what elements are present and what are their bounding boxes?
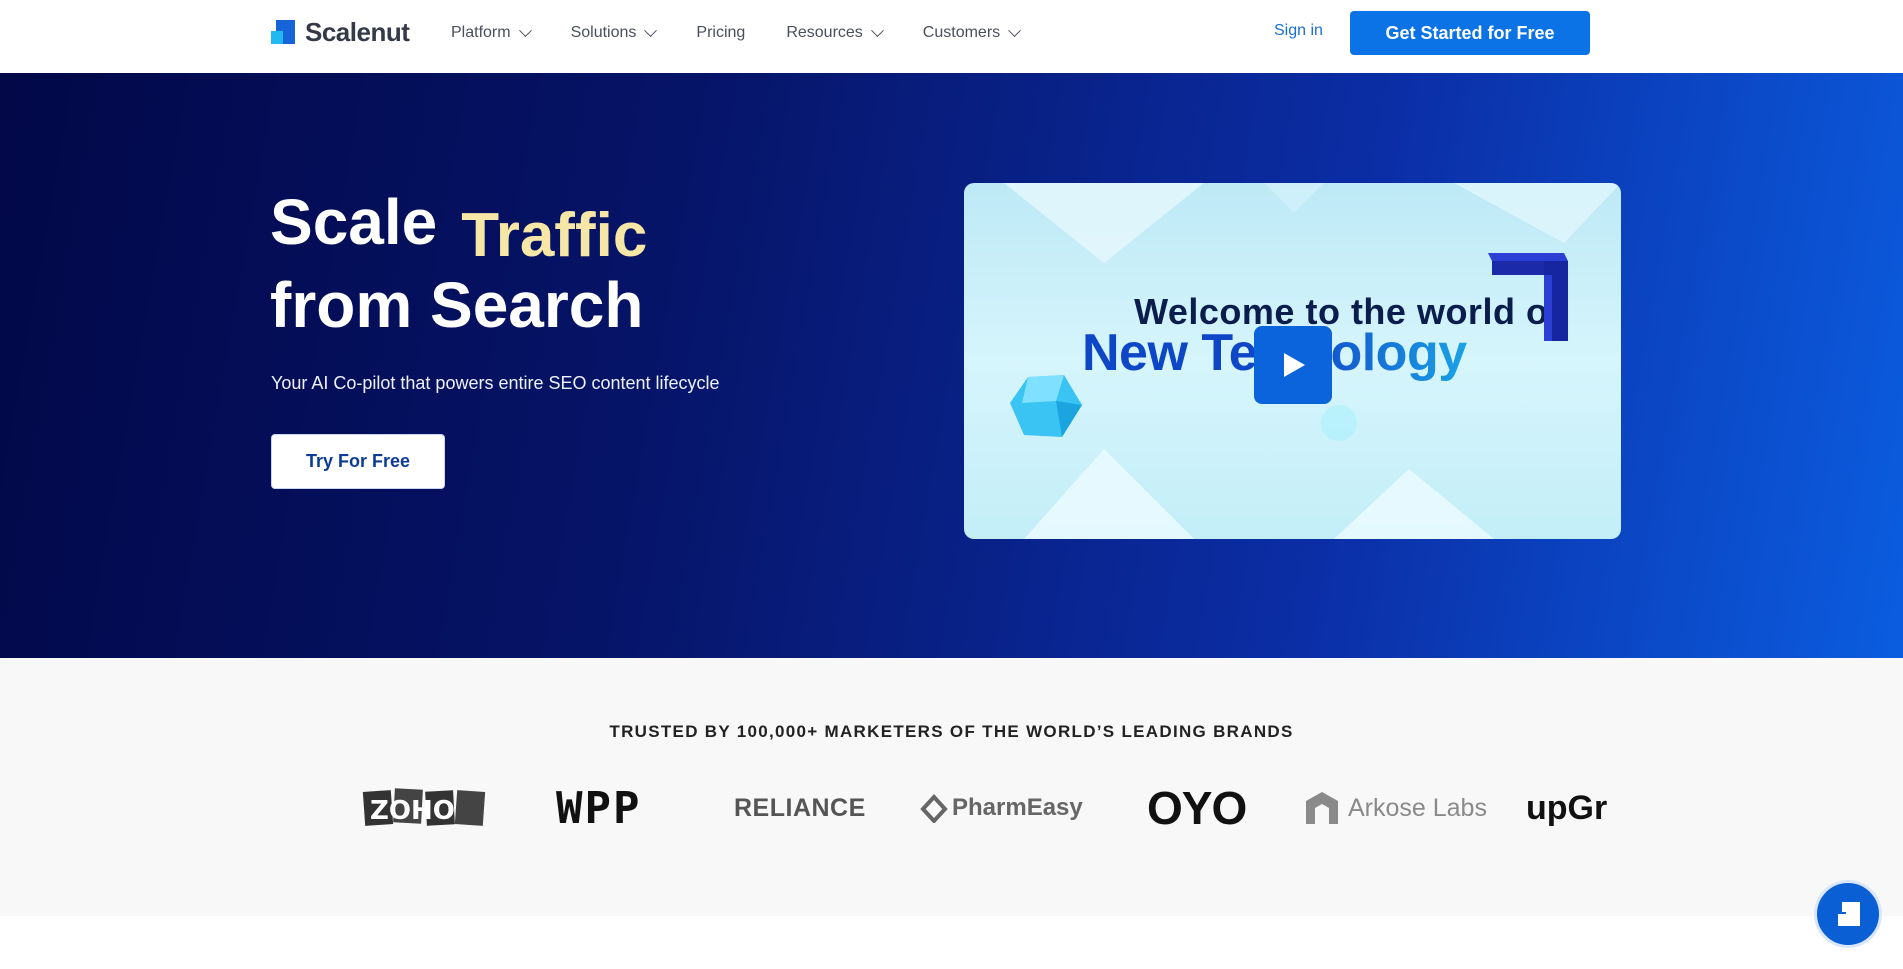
pharmeasy-logo: PharmEasy	[920, 778, 1083, 838]
hero-title-word: Scale	[270, 186, 438, 258]
chevron-down-icon	[1008, 23, 1022, 37]
try-for-free-button[interactable]: Try For Free	[271, 434, 445, 489]
main-menu: Platform Solutions Pricing Resources Cus…	[451, 22, 1060, 44]
play-icon	[1284, 353, 1305, 377]
scalenut-logo-icon	[271, 20, 295, 44]
chevron-down-icon	[518, 23, 532, 37]
oyo-logo: OYO	[1147, 782, 1247, 834]
pharmeasy-mark-icon	[920, 794, 948, 823]
video-title-part1: New Te	[1082, 324, 1258, 382]
block-3d-icon	[1488, 253, 1568, 341]
chevron-down-icon	[644, 23, 658, 37]
logo-text: ZOHO	[370, 796, 455, 826]
cube-icon	[1010, 375, 1082, 437]
sign-in-link[interactable]: Sign in	[1274, 22, 1323, 40]
nav-item-label: Pricing	[696, 24, 746, 41]
arkose-labs-logo: Arkose Labs	[1304, 778, 1487, 838]
nav-item-pricing[interactable]: Pricing	[696, 22, 745, 44]
logo-text: Arkose Labs	[1348, 793, 1487, 822]
hero-title-line1: Scale Traffic	[270, 186, 647, 267]
hero-title-line2: from Search	[270, 269, 644, 341]
wpp-logo: WPP	[556, 782, 642, 834]
trusted-brands-section: TRUSTED BY 100,000+ MARKETERS OF THE WOR…	[0, 658, 1903, 916]
hero-title-highlight: Traffic	[461, 201, 648, 270]
hero-section: Scale Traffic from Search Your AI Co-pil…	[0, 73, 1903, 658]
scalenut-logo[interactable]: Scalenut	[271, 16, 410, 48]
upgrad-logo: upGr	[1526, 788, 1608, 827]
trusted-title: TRUSTED BY 100,000+ MARKETERS OF THE WOR…	[609, 722, 1294, 741]
nav-item-label: Platform	[451, 24, 511, 41]
logo-text: Scalenut	[305, 16, 410, 47]
nav-item-label: Resources	[786, 24, 863, 41]
top-navbar: Scalenut Platform Solutions Pricing Reso…	[0, 0, 1903, 73]
brand-logos-row: ZOHO WPP RELIANCE PharmEasy OYO Arkose L…	[0, 778, 1903, 838]
hero-subtitle: Your AI Co-pilot that powers entire SEO …	[271, 373, 720, 393]
video-player[interactable]: Welcome to the world of New Te nology	[964, 183, 1621, 539]
nav-item-label: Solutions	[570, 24, 637, 41]
play-button[interactable]	[1254, 326, 1332, 404]
zoho-logo: ZOHO	[362, 778, 488, 838]
nav-item-solutions[interactable]: Solutions	[570, 22, 658, 44]
chat-widget-button[interactable]	[1814, 880, 1882, 948]
nav-item-platform[interactable]: Platform	[451, 22, 532, 44]
arkose-mark-icon	[1306, 792, 1338, 824]
logo-text: PharmEasy	[952, 794, 1083, 821]
nav-item-label: Customers	[922, 24, 1001, 41]
scalenut-chat-icon	[1836, 902, 1860, 926]
reliance-logo: RELIANCE	[734, 793, 866, 822]
nav-item-customers[interactable]: Customers	[922, 22, 1022, 44]
nav-item-resources[interactable]: Resources	[786, 22, 884, 44]
chevron-down-icon	[870, 23, 884, 37]
get-started-button[interactable]: Get Started for Free	[1350, 11, 1590, 55]
